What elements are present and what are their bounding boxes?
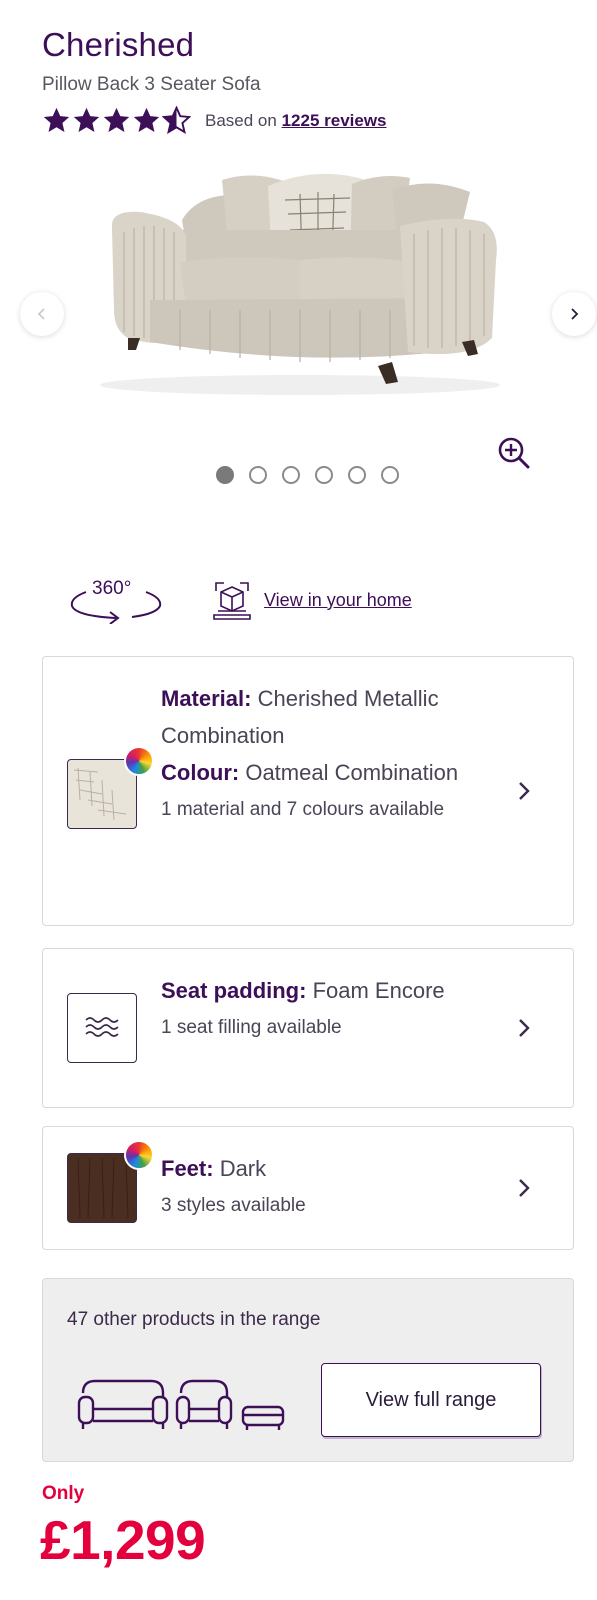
pagination-dot[interactable] [315,466,333,484]
star-rating [42,106,191,135]
gallery-pagination [216,466,399,484]
pagination-dot[interactable] [216,466,234,484]
seat-padding-availability: 1 seat filling available [161,1017,342,1038]
pagination-dot[interactable] [381,466,399,484]
chevron-right-icon [519,782,530,800]
spin-360-button[interactable]: 360° [68,576,164,624]
zoom-in-icon [498,437,530,469]
seat-padding-value: Foam Encore [312,978,445,1003]
product-range-panel: 47 other products in the range View full… [42,1278,574,1462]
range-furniture-icons [77,1379,285,1430]
colour-wheel-icon [124,746,154,776]
product-image [100,173,500,395]
chevron-right-icon [571,308,579,320]
chevron-right-icon [519,1019,530,1037]
feet-swatch [67,1140,154,1223]
product-title: Cherished [42,26,195,63]
star-icon [73,107,100,132]
feet-value: Dark [219,1156,267,1181]
ar-view[interactable]: View in your home [212,579,412,621]
feet-details: Feet: Dark 3 styles available [161,1150,491,1224]
material-option-card[interactable]: Material: Cherished Metallic Combination… [42,656,574,926]
pagination-dot[interactable] [348,466,366,484]
product-image-gallery[interactable] [0,170,597,440]
feet-availability: 3 styles available [161,1195,306,1216]
reviews-link[interactable]: 1225 reviews [282,111,387,130]
star-half-icon [162,106,191,134]
seat-padding-details: Seat padding: Foam Encore 1 seat filling… [161,972,491,1046]
feet-label: Feet: [161,1156,214,1181]
material-label: Material: [161,686,252,711]
product-subtitle: Pillow Back 3 Seater Sofa [42,74,261,95]
material-availability: 1 material and 7 colours available [161,799,445,820]
spin-360-label: 360° [92,578,132,599]
star-icon [133,107,160,132]
view-in-your-home-link[interactable]: View in your home [264,590,412,611]
rating-row: Based on 1225 reviews [42,106,387,135]
fabric-swatch-icon [73,767,127,821]
wave-padding-icon [85,1017,119,1037]
star-icon [43,107,70,132]
rating-summary: Based on 1225 reviews [205,111,387,131]
star-icon [103,107,130,132]
price-prefix: Only [42,1483,85,1504]
ar-box-icon [213,582,251,620]
zoom-button[interactable] [497,436,531,470]
material-details: Material: Cherished Metallic Combination… [161,680,511,828]
chevron-right-icon [519,1179,530,1197]
chevron-left-icon [37,308,45,320]
gallery-prev-button[interactable] [20,292,64,336]
view-tools: 360° View in your home [68,576,412,624]
rating-prefix: Based on [205,110,277,130]
gallery-next-button[interactable] [552,292,596,336]
colour-value: Oatmeal Combination [245,760,459,785]
wood-swatch-icon [77,1157,129,1219]
seat-padding-option-card[interactable]: Seat padding: Foam Encore 1 seat filling… [42,948,574,1108]
feet-option-card[interactable]: Feet: Dark 3 styles available [42,1126,574,1250]
pagination-dot[interactable] [249,466,267,484]
colour-wheel-icon [124,1140,154,1170]
seat-padding-label: Seat padding: [161,978,307,1003]
range-count: 47 other products in the range [67,1309,321,1330]
price-amount: £1,299 [40,1509,206,1571]
pagination-dot[interactable] [282,466,300,484]
view-full-range-button[interactable]: View full range [321,1363,541,1437]
material-swatch [67,746,154,829]
seat-padding-thumb [67,993,137,1063]
colour-label: Colour: [161,760,240,785]
